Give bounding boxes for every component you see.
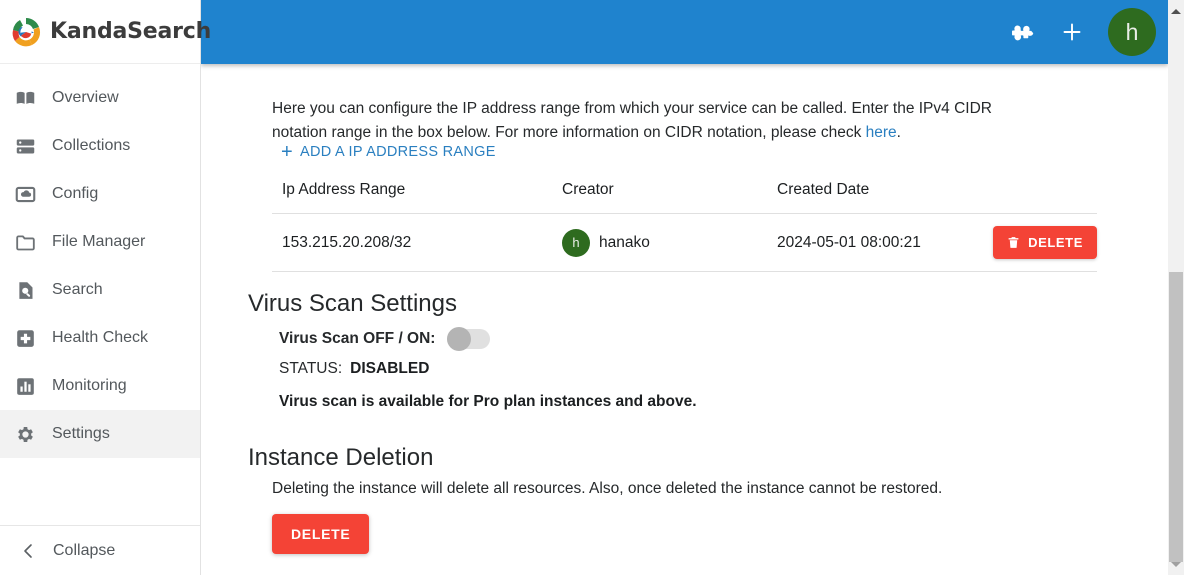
- plus-icon: +: [281, 141, 293, 163]
- table-row: 153.215.20.208/32 h hanako 2024-05-01 08…: [272, 213, 1097, 272]
- virus-scan-note: Virus scan is available for Pro plan ins…: [279, 393, 697, 410]
- column-header-actions: [992, 177, 1097, 214]
- sidebar-item-label: Overview: [52, 89, 119, 106]
- status-badge: DISABLED: [350, 360, 430, 377]
- instance-deletion-action: DELETE: [272, 514, 370, 554]
- folder-icon: [14, 231, 36, 253]
- scroll-down-arrow-icon[interactable]: [1168, 556, 1184, 572]
- sidebar-item-settings[interactable]: Settings: [0, 410, 200, 458]
- sidebar-item-label: Collections: [52, 137, 131, 154]
- book-open-icon: [14, 87, 36, 109]
- sidebar-item-label: Settings: [52, 425, 110, 442]
- cell-ip-range: 153.215.20.208/32: [272, 213, 562, 272]
- sidebar-item-collections[interactable]: Collections: [0, 122, 200, 170]
- sidebar-item-label: Config: [52, 185, 99, 202]
- virus-scan-toggle-row: Virus Scan OFF / ON:: [279, 327, 491, 351]
- table-header-row: Ip Address Range Creator Created Date: [272, 177, 1097, 214]
- toggle-knob: [447, 327, 472, 351]
- brand-header[interactable]: KandaSearch: [0, 0, 211, 64]
- add-range-label: ADD A IP ADDRESS RANGE: [299, 144, 496, 160]
- server-icon: [14, 135, 36, 157]
- status-label: STATUS:: [279, 360, 343, 377]
- column-header-creator: Creator: [562, 177, 777, 214]
- sidebar-item-monitoring[interactable]: Monitoring: [0, 362, 200, 410]
- app-root: KandaSearch Overview Collections Config …: [0, 0, 1184, 575]
- sidebar-nav: Overview Collections Config File Manager…: [0, 64, 200, 458]
- kanda-swirl-logo-icon: [8, 14, 44, 50]
- virus-scan-status-row: STATUS: DISABLED: [279, 360, 429, 378]
- delete-ip-range-button[interactable]: DELETE: [993, 226, 1097, 259]
- cloud-box-icon: [14, 183, 36, 205]
- instance-delete-button[interactable]: DELETE: [272, 514, 370, 554]
- puzzle-piece-icon[interactable]: [1000, 10, 1044, 54]
- virus-scan-toggle-label: Virus Scan OFF / ON:: [279, 330, 436, 347]
- sidebar-item-health-check[interactable]: Health Check: [0, 314, 200, 362]
- intro-text-after: .: [896, 123, 901, 141]
- sidebar-item-search[interactable]: Search: [0, 266, 200, 314]
- gear-icon: [14, 423, 36, 445]
- page-scrollbar[interactable]: [1168, 0, 1184, 575]
- brand-name: KandaSearch: [50, 19, 212, 44]
- add-ip-address-range-button[interactable]: + ADD A IP ADDRESS RANGE: [281, 141, 496, 163]
- sidebar-item-label: File Manager: [52, 233, 146, 250]
- cell-created-date: 2024-05-01 08:00:21: [777, 213, 992, 272]
- scrollbar-thumb[interactable]: [1169, 272, 1183, 562]
- cell-actions: DELETE: [992, 213, 1097, 272]
- avatar[interactable]: h: [1108, 8, 1156, 56]
- collapse-button[interactable]: Collapse: [0, 526, 200, 575]
- instance-deletion-description: Deleting the instance will delete all re…: [272, 480, 943, 497]
- sidebar-item-label: Health Check: [52, 329, 149, 346]
- delete-button-label: DELETE: [1028, 235, 1083, 250]
- plus-square-icon: [14, 327, 36, 349]
- top-app-bar: h: [201, 0, 1168, 64]
- intro-paragraph: Here you can configure the IP address ra…: [272, 97, 1044, 145]
- sidebar-item-overview[interactable]: Overview: [0, 74, 200, 122]
- chevron-left-icon: [22, 543, 34, 559]
- cidr-here-link[interactable]: here: [866, 124, 897, 141]
- virus-scan-settings-title: Virus Scan Settings: [248, 289, 458, 317]
- collapse-label: Collapse: [53, 542, 116, 559]
- avatar: h: [562, 228, 590, 257]
- creator-name: hanako: [599, 233, 650, 251]
- instance-deletion-title: Instance Deletion: [248, 443, 434, 471]
- sidebar: KandaSearch Overview Collections Config …: [0, 0, 211, 575]
- ip-address-range-table: Ip Address Range Creator Created Date 15…: [272, 177, 1097, 272]
- scroll-up-arrow-icon[interactable]: [1168, 3, 1184, 19]
- sidebar-item-config[interactable]: Config: [0, 170, 200, 218]
- sidebar-item-file-manager[interactable]: File Manager: [0, 218, 200, 266]
- cell-creator: h hanako: [562, 213, 777, 272]
- trash-icon: [1007, 235, 1020, 250]
- column-header-ip-range: Ip Address Range: [272, 177, 562, 214]
- sidebar-item-label: Search: [52, 281, 103, 298]
- collapse-section: Collapse: [0, 525, 200, 575]
- virus-scan-toggle[interactable]: [447, 327, 491, 351]
- main-content: Here you can configure the IP address ra…: [201, 64, 1168, 575]
- column-header-created-date: Created Date: [777, 177, 992, 214]
- plus-icon[interactable]: [1050, 10, 1094, 54]
- doc-search-icon: [14, 279, 36, 301]
- sidebar-item-label: Monitoring: [52, 377, 127, 394]
- bar-chart-icon: [14, 375, 36, 397]
